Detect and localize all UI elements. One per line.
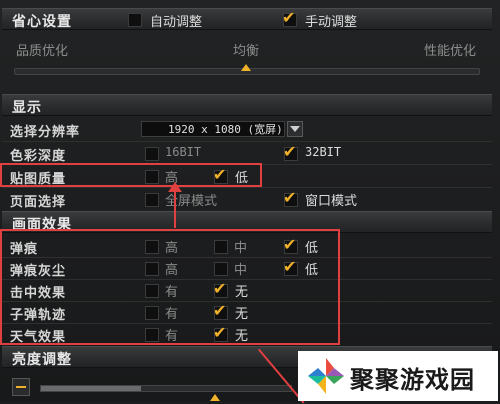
auto-adjust-checkbox[interactable] — [128, 13, 142, 27]
windowed-label: 窗口模式 — [305, 194, 358, 209]
brightness-slider-thumb[interactable] — [210, 394, 220, 401]
chevron-down-icon[interactable] — [287, 121, 303, 137]
windowed-check-icon: ✔ — [283, 188, 297, 207]
annotation-arrow-up — [174, 188, 176, 228]
quality-slider-thumb[interactable] — [241, 64, 251, 71]
color-depth-label: 色彩深度 — [10, 149, 67, 164]
settings-panel: 省心设置 自动调整 ✔ 手动调整 品质优化 均衡 性能优化 显示 选择分辨率 1… — [0, 0, 500, 404]
color-16-checkbox[interactable] — [145, 147, 159, 161]
manual-adjust-label: 手动调整 — [305, 15, 358, 30]
arrow-head-icon — [168, 182, 182, 192]
minus-icon — [16, 386, 26, 388]
section-power-header: 省心设置 — [2, 8, 492, 30]
page-mode-label: 页面选择 — [10, 195, 67, 210]
watermark-logo-icon — [306, 356, 346, 396]
color-32-check-icon: ✔ — [283, 142, 297, 161]
watermark: 聚聚游戏园 — [298, 351, 498, 401]
color-32-label: 32BIT — [305, 145, 342, 159]
resolution-dropdown[interactable]: 1920 x 1080 (宽屏) — [141, 121, 285, 137]
slider-mid-label: 均衡 — [233, 44, 260, 59]
annotation-box-texture — [0, 163, 262, 187]
watermark-text: 聚聚游戏园 — [350, 366, 475, 394]
auto-adjust-label: 自动调整 — [150, 15, 203, 30]
brightness-slider-track[interactable] — [40, 385, 292, 392]
annotation-box-effects — [0, 229, 340, 345]
fullscreen-checkbox[interactable] — [145, 193, 159, 207]
fullscreen-label: 全屏模式 — [165, 194, 218, 209]
brightness-decrease-button[interactable] — [12, 378, 30, 396]
slider-left-label: 品质优化 — [16, 44, 69, 59]
section-power-title: 省心设置 — [12, 14, 72, 30]
section-display-title: 显示 — [12, 100, 42, 116]
brightness-slider-fill — [41, 386, 141, 391]
section-display-header: 显示 — [2, 94, 492, 116]
slider-right-label: 性能优化 — [424, 44, 477, 59]
resolution-label: 选择分辨率 — [10, 125, 81, 140]
section-brightness-title: 亮度调整 — [12, 352, 72, 368]
color-16-label: 16BIT — [165, 145, 202, 159]
manual-adjust-check-icon: ✔ — [282, 8, 296, 27]
